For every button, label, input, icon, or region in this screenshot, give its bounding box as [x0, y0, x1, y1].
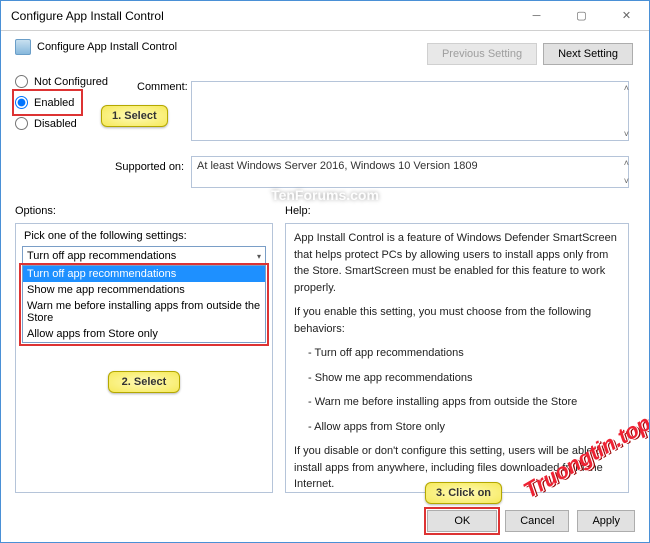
radio-enabled-input[interactable]	[15, 96, 28, 109]
comment-scroll-up-icon[interactable]: ˄	[624, 83, 629, 93]
callout-1-select: 1. Select	[101, 105, 168, 127]
help-bullet-2: - Show me app recommendations	[294, 370, 620, 387]
close-button[interactable]: ✕	[604, 1, 649, 31]
help-bullet-4: - Allow apps from Store only	[294, 419, 620, 436]
minimize-button[interactable]: ─	[514, 1, 559, 31]
supported-scroll-up-icon[interactable]: ˄	[624, 158, 629, 168]
pick-one-label: Pick one of the following settings:	[16, 224, 272, 246]
radio-not-configured-label: Not Configured	[34, 76, 108, 88]
apply-button[interactable]: Apply	[577, 510, 635, 532]
settings-dropdown-value: Turn off app recommendations	[27, 250, 176, 262]
help-para-1: App Install Control is a feature of Wind…	[294, 230, 620, 296]
dialog-title: Configure App Install Control	[37, 41, 177, 53]
dialog-window: Configure App Install Control ─ ▢ ✕ Conf…	[0, 0, 650, 543]
supported-scroll-down-icon[interactable]: ˅	[624, 176, 629, 186]
dropdown-item-show-me[interactable]: Show me app recommendations	[23, 282, 265, 298]
radio-disabled-input[interactable]	[15, 117, 28, 130]
watermark-tenforums: TenForums.com	[271, 187, 379, 203]
comment-label: Comment:	[137, 81, 188, 93]
ok-button[interactable]: OK	[427, 510, 497, 532]
help-panel: App Install Control is a feature of Wind…	[285, 223, 629, 493]
help-para-2: If you enable this setting, you must cho…	[294, 304, 620, 337]
dropdown-item-turn-off[interactable]: Turn off app recommendations	[23, 266, 265, 282]
cancel-button[interactable]: Cancel	[505, 510, 569, 532]
dropdown-item-store-only[interactable]: Allow apps from Store only	[23, 326, 265, 342]
radio-enabled-label: Enabled	[34, 97, 74, 109]
previous-setting-button[interactable]: Previous Setting	[427, 43, 537, 65]
options-panel: Pick one of the following settings: Turn…	[15, 223, 273, 493]
help-label: Help:	[285, 205, 311, 217]
titlebar: Configure App Install Control ─ ▢ ✕	[1, 1, 649, 31]
supported-on-text: At least Windows Server 2016, Windows 10…	[191, 156, 629, 188]
window-title: Configure App Install Control	[11, 9, 514, 23]
supported-on-label: Supported on:	[115, 161, 184, 173]
chevron-down-icon: ▾	[257, 252, 261, 261]
options-label: Options:	[15, 205, 56, 217]
radio-enabled[interactable]: Enabled	[15, 92, 80, 113]
nav-buttons: Previous Setting Next Setting	[427, 43, 633, 65]
settings-dropdown[interactable]: Turn off app recommendations ▾	[22, 246, 266, 266]
callout-2-select: 2. Select	[108, 371, 180, 393]
callout-3-click: 3. Click on	[425, 482, 502, 504]
comment-scroll-down-icon[interactable]: ˅	[624, 129, 629, 139]
dropdown-item-warn-me[interactable]: Warn me before installing apps from outs…	[23, 298, 265, 326]
help-bullet-1: - Turn off app recommendations	[294, 345, 620, 362]
radio-not-configured-input[interactable]	[15, 75, 28, 88]
maximize-button[interactable]: ▢	[559, 1, 604, 31]
dialog-button-row: OK Cancel Apply	[427, 510, 635, 532]
policy-icon	[15, 39, 31, 55]
comment-textarea[interactable]	[191, 81, 629, 141]
radio-disabled-label: Disabled	[34, 118, 77, 130]
help-bullet-3: - Warn me before installing apps from ou…	[294, 394, 620, 411]
settings-dropdown-list: Turn off app recommendations Show me app…	[22, 266, 266, 343]
next-setting-button[interactable]: Next Setting	[543, 43, 633, 65]
